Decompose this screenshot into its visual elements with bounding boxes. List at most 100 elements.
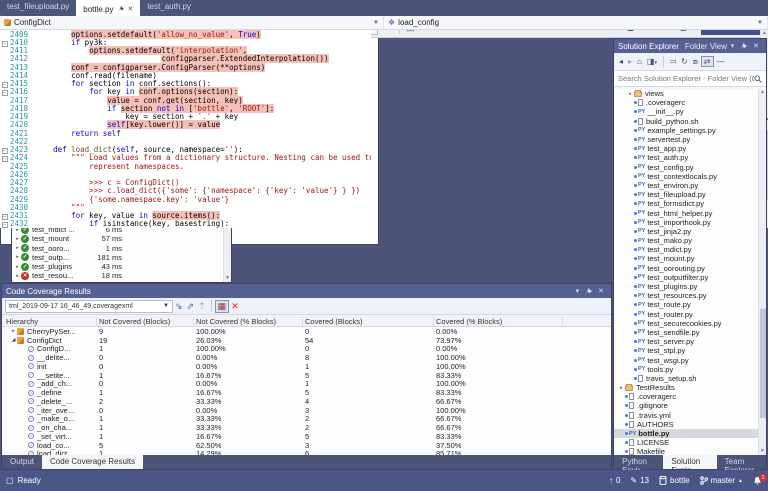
file-tree-item-test_jinja2.py[interactable]: PYtest_jinja2.py [614, 227, 758, 236]
code-coverage-header[interactable]: Code Coverage Results ▾ ✕ [2, 284, 611, 298]
coverage-row[interactable]: _on_cha...133.33%266.67% [2, 423, 611, 432]
solution-tree-scrollbar[interactable]: ▲▼ [758, 89, 766, 455]
show-coverage-coloring-toggle[interactable]: ▦ [215, 300, 230, 313]
repository-indicator[interactable]: bottle [659, 476, 690, 485]
coverage-row[interactable]: ConfigD...1100.00%00.00% [2, 345, 611, 354]
pin-icon[interactable] [582, 288, 595, 295]
fold-toggle-icon[interactable]: − [0, 87, 9, 96]
file-tree-item-test_outputfilter.py[interactable]: PYtest_outputfilter.py [614, 273, 758, 282]
file-tree-item-test_route.py[interactable]: PYtest_route.py [614, 300, 758, 309]
export-coverage-icon[interactable]: ⇗ [185, 301, 197, 312]
coverage-row[interactable]: ◢ConfigDict1926.03%5473.97% [2, 336, 611, 345]
file-tree-item-test_auth.py[interactable]: PYtest_auth.py [614, 153, 758, 162]
code-line[interactable]: 2425 represent namespaces. [0, 162, 371, 170]
tree-expander-icon[interactable]: ▸ [14, 245, 21, 251]
notifications-bell[interactable]: 1 [753, 476, 762, 486]
file-tree-item-test_router.py[interactable]: PYtest_router.py [614, 310, 758, 319]
merge-coverage-icon[interactable]: ⇡ [196, 301, 208, 312]
document-tab-test_fileupload.py[interactable]: test_fileupload.py [0, 0, 76, 16]
file-tree-item-test_stpl.py[interactable]: PYtest_stpl.py [614, 346, 758, 355]
file-tree-item-test_server.py[interactable]: PYtest_server.py [614, 337, 758, 346]
fold-toggle-icon[interactable]: − [0, 153, 9, 162]
file-tree-item-test_plugins.py[interactable]: PYtest_plugins.py [614, 282, 758, 291]
switch-views-icon[interactable]: ◨▾ [645, 57, 659, 66]
column-header-not-covered-blocks-[interactable]: Not Covered (% Blocks) [196, 317, 276, 326]
test-row[interactable]: ▸✓test_mount57 ms [12, 234, 223, 243]
pin-icon[interactable] [118, 6, 124, 12]
file-tree-item-test_fileupload.py[interactable]: PYtest_fileupload.py [614, 190, 758, 199]
document-tab-test_auth.py[interactable]: test_auth.py [140, 0, 198, 16]
right-tab-python-envir-[interactable]: Python Envir... [614, 455, 663, 469]
coverage-row[interactable]: _delete_...233.33%466.67% [2, 397, 611, 406]
tree-expander-icon[interactable]: ▸ [14, 273, 21, 279]
window-position-icon[interactable]: ▾ [573, 287, 583, 295]
file-tree-item-test_oorouting.py[interactable]: PYtest_oorouting.py [614, 264, 758, 273]
column-header-hierarchy[interactable]: Hierarchy [6, 317, 38, 326]
tree-expander-icon[interactable]: ▸ [618, 385, 625, 391]
file-tree-item-.coveragerc[interactable]: .coveragerc [614, 98, 758, 107]
pin-icon[interactable] [737, 43, 750, 50]
file-tree-item-TestResults[interactable]: ▸TestResults [614, 383, 758, 392]
solution-explorer-search[interactable] [614, 71, 766, 87]
file-tree-item-__init__.py[interactable]: PY__init__.py [614, 107, 758, 116]
file-tree-item-example_settings.py[interactable]: PYexample_settings.py [614, 126, 758, 135]
file-tree-item-test_importhook.py[interactable]: PYtest_importhook.py [614, 218, 758, 227]
remove-coverage-icon[interactable]: ✕ [229, 301, 241, 312]
solution-search-input[interactable] [618, 74, 754, 83]
forward-icon[interactable]: ▸ [626, 57, 634, 66]
tree-expander-icon[interactable]: ▸ [14, 236, 21, 242]
show-all-files-icon[interactable]: ⧈ [691, 57, 700, 67]
file-tree-item-tools.py[interactable]: PYtools.py [614, 365, 758, 374]
tree-expander-icon[interactable]: ▸ [10, 328, 17, 334]
git-branch-indicator[interactable]: master ▲ [700, 476, 743, 485]
task-center-icon[interactable]: ▢ [6, 476, 14, 485]
coverage-row[interactable]: _define116.67%583.33% [2, 388, 611, 397]
coverage-row[interactable]: _iter_ove...00.00%3100.00% [2, 406, 611, 415]
coverage-row[interactable]: _add_ch...00.00%1100.00% [2, 380, 611, 389]
outgoing-commits-indicator[interactable]: ↑ 0 [609, 476, 620, 485]
file-tree-item-.travis.yml[interactable]: .travis.yml [614, 411, 758, 420]
coverage-row[interactable]: ▸CherryPySer...9100.00%00.00% [2, 327, 611, 336]
nav-member-dropdown[interactable]: ❖ load_config ▼ [384, 16, 768, 29]
import-coverage-icon[interactable]: ⇘ [173, 301, 185, 312]
test-row[interactable]: ▸✓test_ooro...1 ms [12, 243, 223, 252]
fold-toggle-icon[interactable]: − [0, 219, 9, 228]
coverage-file-select[interactable]: tml_2019-09-17 16_46_49.coveragexml ▼ [5, 300, 173, 313]
file-tree-item-test_sendfile.py[interactable]: PYtest_sendfile.py [614, 328, 758, 337]
sync-with-active-document-icon[interactable]: ⇄ [701, 56, 714, 67]
file-tree-item-.gitignore[interactable]: .gitignore [614, 401, 758, 410]
coverage-row[interactable]: _set_virt...116.67%583.33% [2, 432, 611, 441]
nav-type-dropdown[interactable]: ConfigDict ▼ [0, 16, 384, 29]
file-tree-item-test_config.py[interactable]: PYtest_config.py [614, 163, 758, 172]
collapse-box-icon[interactable]: − [2, 222, 8, 228]
file-tree-item-LICENSE[interactable]: LICENSE [614, 438, 758, 447]
file-tree-item-servertest.py[interactable]: PYservertest.py [614, 135, 758, 144]
test-row[interactable]: ▸✓test_outp...181 ms [12, 253, 223, 262]
file-tree-item-test_securecookies.py[interactable]: PYtest_securecookies.py [614, 319, 758, 328]
column-header-covered-blocks-[interactable]: Covered (% Blocks) [436, 317, 502, 326]
tree-expander-icon[interactable]: ▸ [14, 264, 21, 270]
collapse-box-icon[interactable]: − [2, 41, 8, 47]
file-tree-item-test_mdict.py[interactable]: PYtest_mdict.py [614, 245, 758, 254]
file-tree-item-test_formsdict.py[interactable]: PYtest_formsdict.py [614, 199, 758, 208]
window-position-icon[interactable]: ▾ [728, 42, 738, 50]
document-tab-bottle.py[interactable]: bottle.py✕ [76, 0, 140, 16]
tree-expander-icon[interactable]: ▸ [627, 91, 634, 97]
pending-edits-indicator[interactable]: ✎ 13 [630, 476, 649, 485]
collapse-box-icon[interactable]: − [2, 156, 8, 162]
solution-explorer-header[interactable]: Solution Explorer Folder View ▾ ✕ [614, 39, 766, 53]
file-tree-item-test_app.py[interactable]: PYtest_app.py [614, 144, 758, 153]
coverage-column-headers[interactable]: HierarchyNot Covered (Blocks)Not Covered… [2, 315, 611, 327]
right-tab-team-explorer[interactable]: Team Explorer [717, 455, 766, 469]
file-tree-item-test_contextlocals.py[interactable]: PYtest_contextlocals.py [614, 172, 758, 181]
close-icon[interactable]: ✕ [128, 5, 134, 13]
fold-toggle-icon[interactable]: − [0, 38, 9, 47]
file-tree-item-test_environ.py[interactable]: PYtest_environ.py [614, 181, 758, 190]
file-tree-item-AUTHORS[interactable]: AUTHORS [614, 420, 758, 429]
code-line[interactable]: 2421 return self [0, 129, 371, 137]
file-tree-item-Makefile[interactable]: Makefile [614, 447, 758, 455]
coverage-row[interactable]: init00.00%1100.00% [2, 362, 611, 371]
coverage-row[interactable]: load_co...562.50%337.50% [2, 441, 611, 450]
collapse-box-icon[interactable]: − [2, 90, 8, 96]
file-tree-item-test_mount.py[interactable]: PYtest_mount.py [614, 254, 758, 263]
